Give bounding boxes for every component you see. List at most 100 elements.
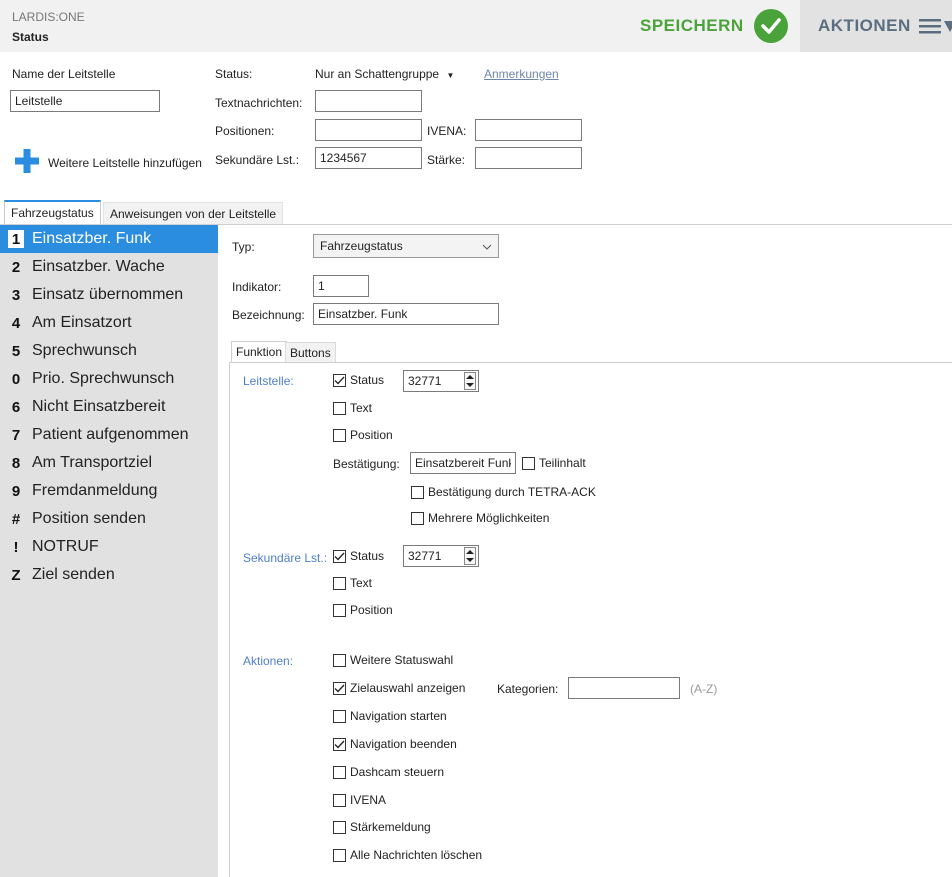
subtab-label: Funktion [236,345,283,359]
spinner-value: 32771 [408,549,442,563]
status-item[interactable]: 5 Sprechwunsch [0,337,218,365]
checkbox-box [411,511,424,525]
secondary-field[interactable] [315,147,422,169]
spinner-arrows-icon[interactable] [464,372,476,390]
header-bar: LARDIS:ONE Status SPEICHERN AKTIONEN [0,0,952,52]
actions-button[interactable]: AKTIONEN [800,0,952,52]
status-item[interactable]: 0 Prio. Sprechwunsch [0,365,218,393]
checkbox-label: Status [350,373,385,387]
save-button[interactable]: SPEICHERN [640,7,788,45]
categories-hint: (A-Z) [690,682,718,696]
actions-section-label: Aktionen: [243,654,294,668]
leitstelle-status-spinner[interactable]: 32771 [403,370,479,392]
caret-down-icon: ▼ [446,71,455,80]
secondary-status-checkbox[interactable]: Status [333,549,384,563]
status-item[interactable]: 3 Einsatz übernommen [0,281,218,309]
ivena-field[interactable] [475,119,582,141]
notes-link[interactable]: Anmerkungen [484,67,559,81]
type-select[interactable]: Fahrzeugstatus [313,234,499,258]
status-name: Position senden [32,510,146,527]
leitstelle-position-checkbox[interactable]: Position [333,428,393,442]
checkbox-box [333,401,346,415]
status-key: 2 [11,258,21,276]
checkbox-label: Dashcam steuern [350,765,445,779]
secondary-text-checkbox[interactable]: Text [333,576,372,590]
status-list: 1 Einsatzber. Funk 2 Einsatzber. Wache 3… [0,225,218,877]
status-key: ! [13,538,19,556]
indicator-label: Indikator: [232,280,282,294]
designation-field[interactable] [313,303,499,325]
subtab-funktion[interactable]: Funktion [231,341,288,363]
status-name: Sprechwunsch [32,342,137,359]
name-label: Name der Leitstelle [12,67,116,81]
checkbox-box [333,603,346,617]
status-name: Am Transportziel [32,454,153,471]
status-key: 6 [11,398,21,416]
action-checkbox-navigation-beenden[interactable]: Navigation beenden [333,737,457,751]
status-key: 1 [8,230,24,248]
tab-label: Anweisungen von der Leitstelle [110,206,277,221]
status-name: Am Einsatzort [32,314,132,331]
tab-anweisungen[interactable]: Anweisungen von der Leitstelle [103,202,284,224]
checkbox-label: Text [350,576,373,590]
name-field[interactable] [10,90,160,112]
designation-label: Bezeichnung: [232,308,305,322]
multiple-options-checkbox[interactable]: Mehrere Möglichkeiten [411,511,549,525]
indicator-field[interactable] [313,275,369,297]
secondary-status-spinner[interactable]: 32771 [403,545,479,567]
checkbox-box [333,765,346,779]
checkbox-label: Bestätigung durch TETRA-ACK [428,485,596,499]
positions-field[interactable] [315,119,422,141]
status-item[interactable]: ! NOTRUF [0,533,218,561]
partial-checkbox[interactable]: Teilinhalt [522,456,586,470]
leitstelle-text-checkbox[interactable]: Text [333,401,372,415]
action-checkbox-staerkemeldung[interactable]: Stärkemeldung [333,820,431,834]
status-item[interactable]: 4 Am Einsatzort [0,309,218,337]
checkbox-box [522,456,535,470]
secondary-position-checkbox[interactable]: Position [333,603,393,617]
checkbox-label: Mehrere Möglichkeiten [428,511,550,525]
tab-fahrzeugstatus[interactable]: Fahrzeugstatus [4,200,101,224]
menu-dropdown-icon [918,18,952,34]
checkbox-box [333,793,346,807]
status-item[interactable]: 9 Fremdanmeldung [0,477,218,505]
status-name: Prio. Sprechwunsch [32,370,175,387]
status-item[interactable]: 8 Am Transportziel [0,449,218,477]
status-key: 5 [11,342,21,360]
page-title: Status [12,30,49,44]
status-item[interactable]: 6 Nicht Einsatzbereit [0,393,218,421]
action-checkbox-dashcam[interactable]: Dashcam steuern [333,765,444,779]
action-checkbox-weitere-statuswahl[interactable]: Weitere Statuswahl [333,653,453,667]
categories-field[interactable] [568,677,680,699]
action-checkbox-ivena[interactable]: IVENA [333,793,386,807]
status-name: NOTRUF [32,538,99,555]
checkbox-label: Stärkemeldung [350,820,431,834]
tetra-ack-checkbox[interactable]: Bestätigung durch TETRA-ACK [411,485,596,499]
checkbox-label: Status [350,549,385,563]
subtab-label: Buttons [290,345,331,360]
positions-label: Positionen: [215,124,275,138]
status-item[interactable]: Z Ziel senden [0,561,218,589]
action-checkbox-navigation-starten[interactable]: Navigation starten [333,709,447,723]
spinner-arrows-icon[interactable] [464,547,476,565]
status-item[interactable]: 2 Einsatzber. Wache [0,253,218,281]
add-leitstelle-button[interactable]: Weitere Leitstelle hinzufügen [14,148,202,177]
checkbox-label: IVENA [350,793,387,807]
checkbox-label: Position [350,428,393,442]
leitstelle-status-checkbox[interactable]: Status [333,373,384,387]
status-item[interactable]: 7 Patient aufgenommen [0,421,218,449]
strength-field[interactable] [475,147,582,169]
action-checkbox-zielauswahl[interactable]: Zielauswahl anzeigen [333,681,465,695]
action-checkbox-alle-nachrichten[interactable]: Alle Nachrichten löschen [333,848,482,862]
checkbox-box [333,576,346,590]
checkbox-label: Position [350,603,393,617]
checkbox-box [411,485,424,499]
status-key: 9 [11,482,21,500]
subtab-buttons[interactable]: Buttons [285,342,336,362]
textmsg-field[interactable] [315,90,422,112]
status-item[interactable]: 1 Einsatzber. Funk [0,225,218,253]
status-item[interactable]: # Position senden [0,505,218,533]
confirm-field[interactable] [410,452,516,474]
checkbox-box [333,848,346,862]
status-dropdown[interactable]: Nur an Schattengruppe ▼ [315,67,454,81]
